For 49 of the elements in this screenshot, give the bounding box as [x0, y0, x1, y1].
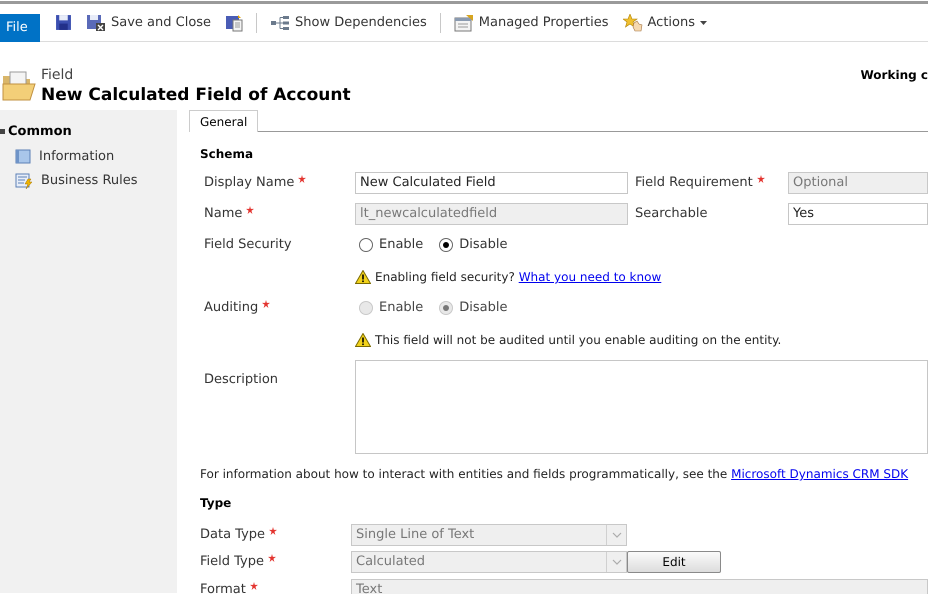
- field-label: Searchable: [635, 204, 708, 223]
- properties-window-icon: [454, 14, 474, 32]
- warning-text: Enabling field security? What you need to know: [375, 269, 662, 286]
- hierarchy-icon: [270, 14, 290, 30]
- page-title: New Calculated Field of Account: [41, 84, 351, 106]
- toolbar-button[interactable]: Show Dependencies: [269, 12, 428, 32]
- warning-text: This field will not be audited until you enable auditing on the entity.: [375, 332, 782, 349]
- chevron-down-icon: [612, 558, 622, 564]
- warning-icon: [355, 270, 371, 284]
- input-field[interactable]: New Calculated Field: [355, 172, 628, 194]
- radio-option[interactable]: Enable: [359, 235, 424, 255]
- help-link[interactable]: What you need to know: [518, 270, 662, 284]
- floppy-disk-close-icon: [86, 14, 106, 32]
- toolbar-icon-button[interactable]: [224, 14, 244, 32]
- field-label: Field Security: [204, 236, 292, 254]
- section-heading: Type: [200, 495, 232, 512]
- sdk-link[interactable]: Microsoft Dynamics CRM SDK: [731, 467, 908, 481]
- field-label: Name: [204, 204, 242, 223]
- star-hand-icon: [622, 14, 643, 32]
- rules-document-icon: [15, 172, 33, 188]
- entity-type-label: Field: [41, 66, 74, 84]
- input-field[interactable]: Yes: [788, 202, 928, 224]
- info-text: For information about how to interact with entities and fields programmatically, see the Microsoft Dynamics CRM SDK: [200, 466, 910, 483]
- field-label: Auditing: [204, 299, 258, 318]
- toolbar-button[interactable]: Actions: [622, 12, 708, 32]
- collapse-icon: [0, 129, 5, 134]
- form-icon: [15, 149, 31, 164]
- warning-icon: [355, 333, 371, 347]
- field-label: Field Type: [200, 552, 264, 571]
- field-label: Data Type: [200, 526, 266, 544]
- description-field[interactable]: [355, 360, 928, 454]
- floppy-document-icon: [225, 14, 244, 32]
- sidebar-item[interactable]: Business Rules: [0, 172, 177, 190]
- caret-icon: [700, 20, 708, 24]
- field-label: Field Requirement: [635, 174, 753, 192]
- chevron-down-icon: [612, 532, 622, 538]
- field-label: Description: [204, 372, 278, 387]
- field-label: Format: [200, 580, 246, 594]
- tab[interactable]: General: [189, 110, 258, 132]
- radio-option[interactable]: Disable: [439, 235, 508, 255]
- status-text: Working c: [860, 67, 928, 84]
- toolbar-button[interactable]: Managed Properties: [452, 12, 610, 32]
- sidebar-item[interactable]: Information: [0, 148, 177, 166]
- sidebar-group-title: Common: [8, 123, 72, 141]
- field-label: Display Name: [204, 174, 294, 192]
- toolbar-icon-button[interactable]: [54, 14, 73, 31]
- toolbar-button[interactable]: Save and Close: [85, 12, 212, 32]
- file-tab[interactable]: File: [0, 14, 40, 42]
- section-heading: Schema: [200, 146, 254, 163]
